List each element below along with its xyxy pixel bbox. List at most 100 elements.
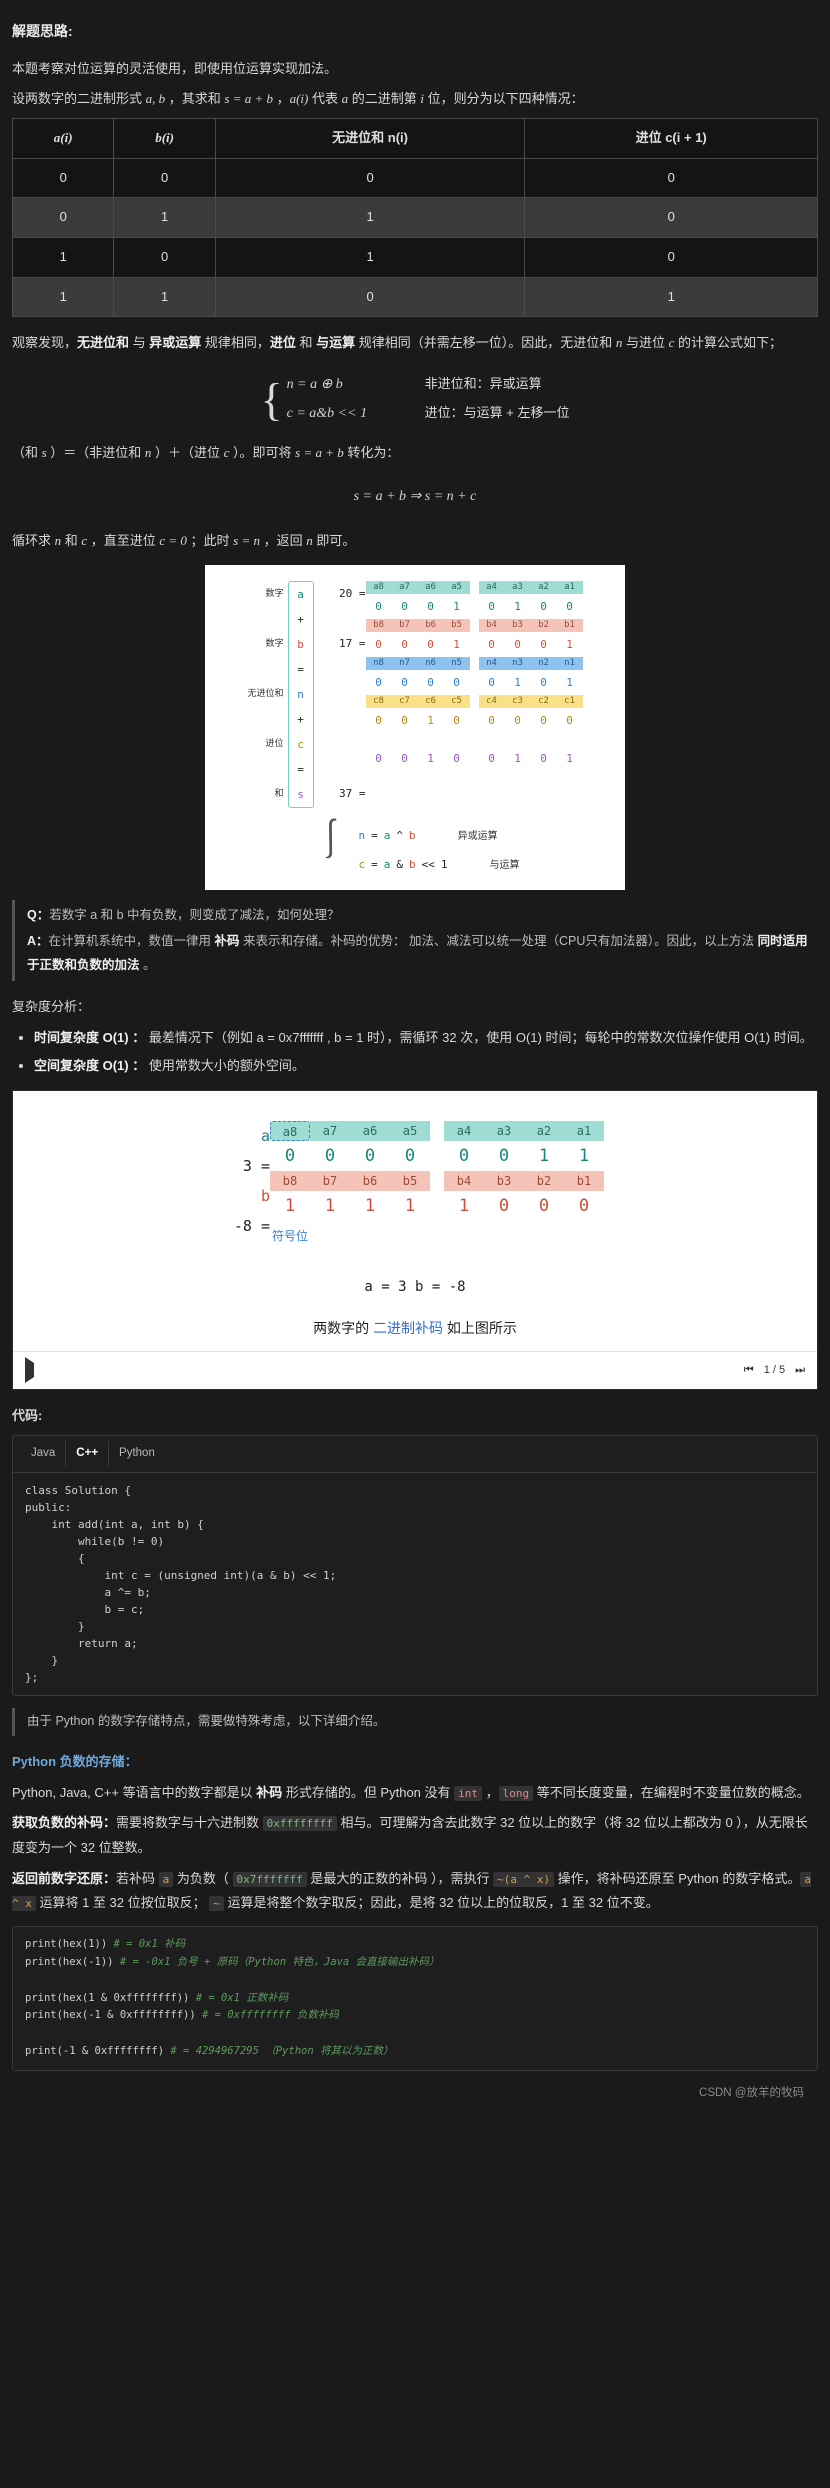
lbl-c8: c8 bbox=[365, 695, 392, 709]
f2-lbl-b7: b7 bbox=[310, 1171, 350, 1192]
cell: 1 bbox=[11, 276, 115, 318]
lbl-b7: b7 bbox=[391, 619, 418, 633]
example-code-block[interactable]: print(hex(1)) # = 0x1 补码 print(hex(-1)) … bbox=[12, 1926, 818, 2071]
cell: 1 bbox=[113, 276, 216, 318]
val-b7: 0 bbox=[401, 638, 408, 652]
note-a-2: a bbox=[383, 858, 391, 872]
py-t9: 是最大的正数的补码 ），需执行 bbox=[306, 1870, 494, 1886]
python-paragraph-2: 获取负数的补码：需要将数字与十六进制数 0xffffffff 相与。可理解为含去… bbox=[12, 1811, 818, 1860]
val-a7: 0 bbox=[401, 600, 408, 614]
f2-val-b3: 0 bbox=[498, 1196, 510, 1217]
cap-link[interactable]: 二进制补码 bbox=[373, 1320, 443, 1336]
cell: 0 bbox=[113, 157, 216, 199]
obs-b2: 异或运算 bbox=[149, 335, 202, 351]
f2-val-a8: 0 bbox=[284, 1146, 296, 1167]
example-code-line-3: print(hex(1 & 0xffffffff)) # = 0x1 正数补码 bbox=[25, 1990, 805, 2008]
case-eq-1: n = a ⊕ b bbox=[286, 377, 343, 393]
carousel-figure[interactable]: a 3 = b -8 = a8 a7 a6 a5 a4 a3 a2 a1 0 0… bbox=[12, 1090, 818, 1391]
case-eq-2: c = a&b << 1 bbox=[286, 405, 368, 421]
figure1-formula-note: ⎰ n = a ^ b 异或运算 c = a & b << 1 与运算 bbox=[215, 820, 615, 876]
row-label-8: 和 bbox=[274, 788, 284, 799]
obs-b1: 无进位和 bbox=[77, 335, 130, 351]
figure2-grid: a 3 = b -8 = a8 a7 a6 a5 a4 a3 a2 a1 0 0… bbox=[13, 1121, 817, 1248]
val-s8: 0 bbox=[375, 752, 382, 766]
figure2-bits: a8 a7 a6 a5 a4 a3 a2 a1 0 0 0 0 0 0 1 1 … bbox=[270, 1121, 604, 1248]
bit-header-b: b8 b7 b6 b5 b4 b3 b2 b1 bbox=[365, 619, 583, 633]
f2-lbl-b5: b5 bbox=[390, 1171, 430, 1192]
ex-comment-3: # = 0x1 正数补码 bbox=[195, 1991, 289, 2004]
page-indicator: 1 / 5 bbox=[763, 1364, 786, 1377]
qa-answer-line: A：在计算机系统中，数值一律用 补码 来表示和存储。补码的优势： 加法、减法可以… bbox=[27, 930, 818, 978]
tab-java[interactable]: Java bbox=[21, 1440, 67, 1467]
cases-lines: n = a ⊕ b 非进位和：异或运算 c = a&b << 1 进位：与运算 … bbox=[287, 372, 570, 427]
py-t2: 形式存储的。但 Python 没有 bbox=[282, 1784, 455, 1800]
val-a8: 0 bbox=[375, 600, 382, 614]
lbl-b4: b4 bbox=[478, 619, 505, 633]
lbl-n5: n5 bbox=[443, 657, 470, 671]
note-n: n bbox=[358, 829, 366, 843]
obs-b3: 进位 bbox=[269, 335, 296, 351]
val-s2: 0 bbox=[540, 752, 547, 766]
a-text-3: 。 bbox=[139, 957, 156, 972]
carousel-slide-1: a 3 = b -8 = a8 a7 a6 a5 a4 a3 a2 a1 0 0… bbox=[13, 1091, 817, 1351]
bit-values-c: 0 0 1 0 0 0 0 0 bbox=[366, 708, 583, 733]
op-plus-1: + bbox=[297, 613, 304, 627]
tab-cpp[interactable]: C++ bbox=[66, 1440, 110, 1467]
play-button[interactable] bbox=[25, 1357, 34, 1384]
cell: 0 bbox=[113, 237, 216, 278]
f2-lbl-a1: a1 bbox=[564, 1121, 604, 1142]
intro2-part-2: ，其求和 bbox=[165, 91, 225, 107]
val-c3: 0 bbox=[514, 714, 521, 728]
f2-lbl-a6: a6 bbox=[350, 1121, 390, 1142]
first-slide-icon[interactable]: ⏮ bbox=[744, 1360, 754, 1381]
lp-t1: 循环求 bbox=[12, 532, 55, 548]
val-a1: 0 bbox=[566, 600, 573, 614]
lbl-a4: a4 bbox=[478, 581, 505, 595]
row-label-5 bbox=[247, 706, 283, 731]
tab-python[interactable]: Python bbox=[109, 1441, 165, 1467]
val-a3: 1 bbox=[514, 600, 521, 614]
row-label-7 bbox=[247, 756, 283, 781]
py-code-a: a bbox=[158, 1871, 174, 1887]
lbl-n7: n7 bbox=[391, 657, 418, 671]
py-b1: 补码 bbox=[256, 1784, 283, 1800]
f2-lbl-a8: a8 bbox=[270, 1121, 310, 1142]
val-c1: 0 bbox=[566, 714, 573, 728]
tr-t3: ）＋（进位 bbox=[151, 445, 224, 461]
eq-sign-b: = bbox=[358, 637, 366, 651]
lbl-b1: b1 bbox=[556, 619, 583, 633]
intro2-part-6: 位，则分为以下四种情况： bbox=[423, 91, 584, 107]
ex-comment-4: # = 0xffffffff 负数补码 bbox=[202, 2009, 339, 2022]
lbl-b3: b3 bbox=[504, 619, 531, 633]
ex-code-1: print(hex(1)) bbox=[25, 1938, 108, 1951]
f2-val-a7: 0 bbox=[324, 1146, 336, 1167]
note-and-icon: & bbox=[396, 858, 403, 872]
op-eq-1: = bbox=[297, 663, 304, 677]
code-content[interactable]: class Solution { public: int add(int a, … bbox=[13, 1473, 817, 1696]
f2-eq-b: = bbox=[260, 1217, 270, 1236]
python-paragraph-3: 返回前数字还原：若补码 a 为负数（ 0x7fffffff 是最大的正数的补码 … bbox=[12, 1867, 818, 1916]
f2-val-b4: 1 bbox=[458, 1196, 470, 1217]
val-b4: 0 bbox=[488, 638, 495, 652]
lbl-b6: b6 bbox=[417, 619, 444, 633]
center-equation: s = a + b ⇒ s = n + c bbox=[353, 488, 477, 504]
lp-t4: ；此时 bbox=[186, 532, 234, 548]
ex-code-2: print(hex(-1)) bbox=[25, 1955, 114, 1968]
q-text: 若数字 a 和 b 中有负数，则变成了减法，如何处理？ bbox=[49, 908, 340, 923]
last-slide-icon[interactable]: ⏭ bbox=[795, 1360, 805, 1381]
py-t3: ， bbox=[482, 1784, 499, 1800]
f2-var-b: b bbox=[260, 1187, 270, 1206]
op-eq-2: = bbox=[297, 763, 304, 777]
py-t8: 为负数（ bbox=[173, 1870, 233, 1886]
lbl-a3: a3 bbox=[504, 581, 531, 595]
lbl-a6: a6 bbox=[417, 581, 444, 595]
f2-dec-b-value: -8 bbox=[233, 1217, 252, 1236]
lbl-n2: n2 bbox=[530, 657, 557, 671]
f2-lbl-a3: a3 bbox=[484, 1121, 524, 1142]
lbl-n8: n8 bbox=[365, 657, 392, 671]
lbl-b2: b2 bbox=[530, 619, 557, 633]
